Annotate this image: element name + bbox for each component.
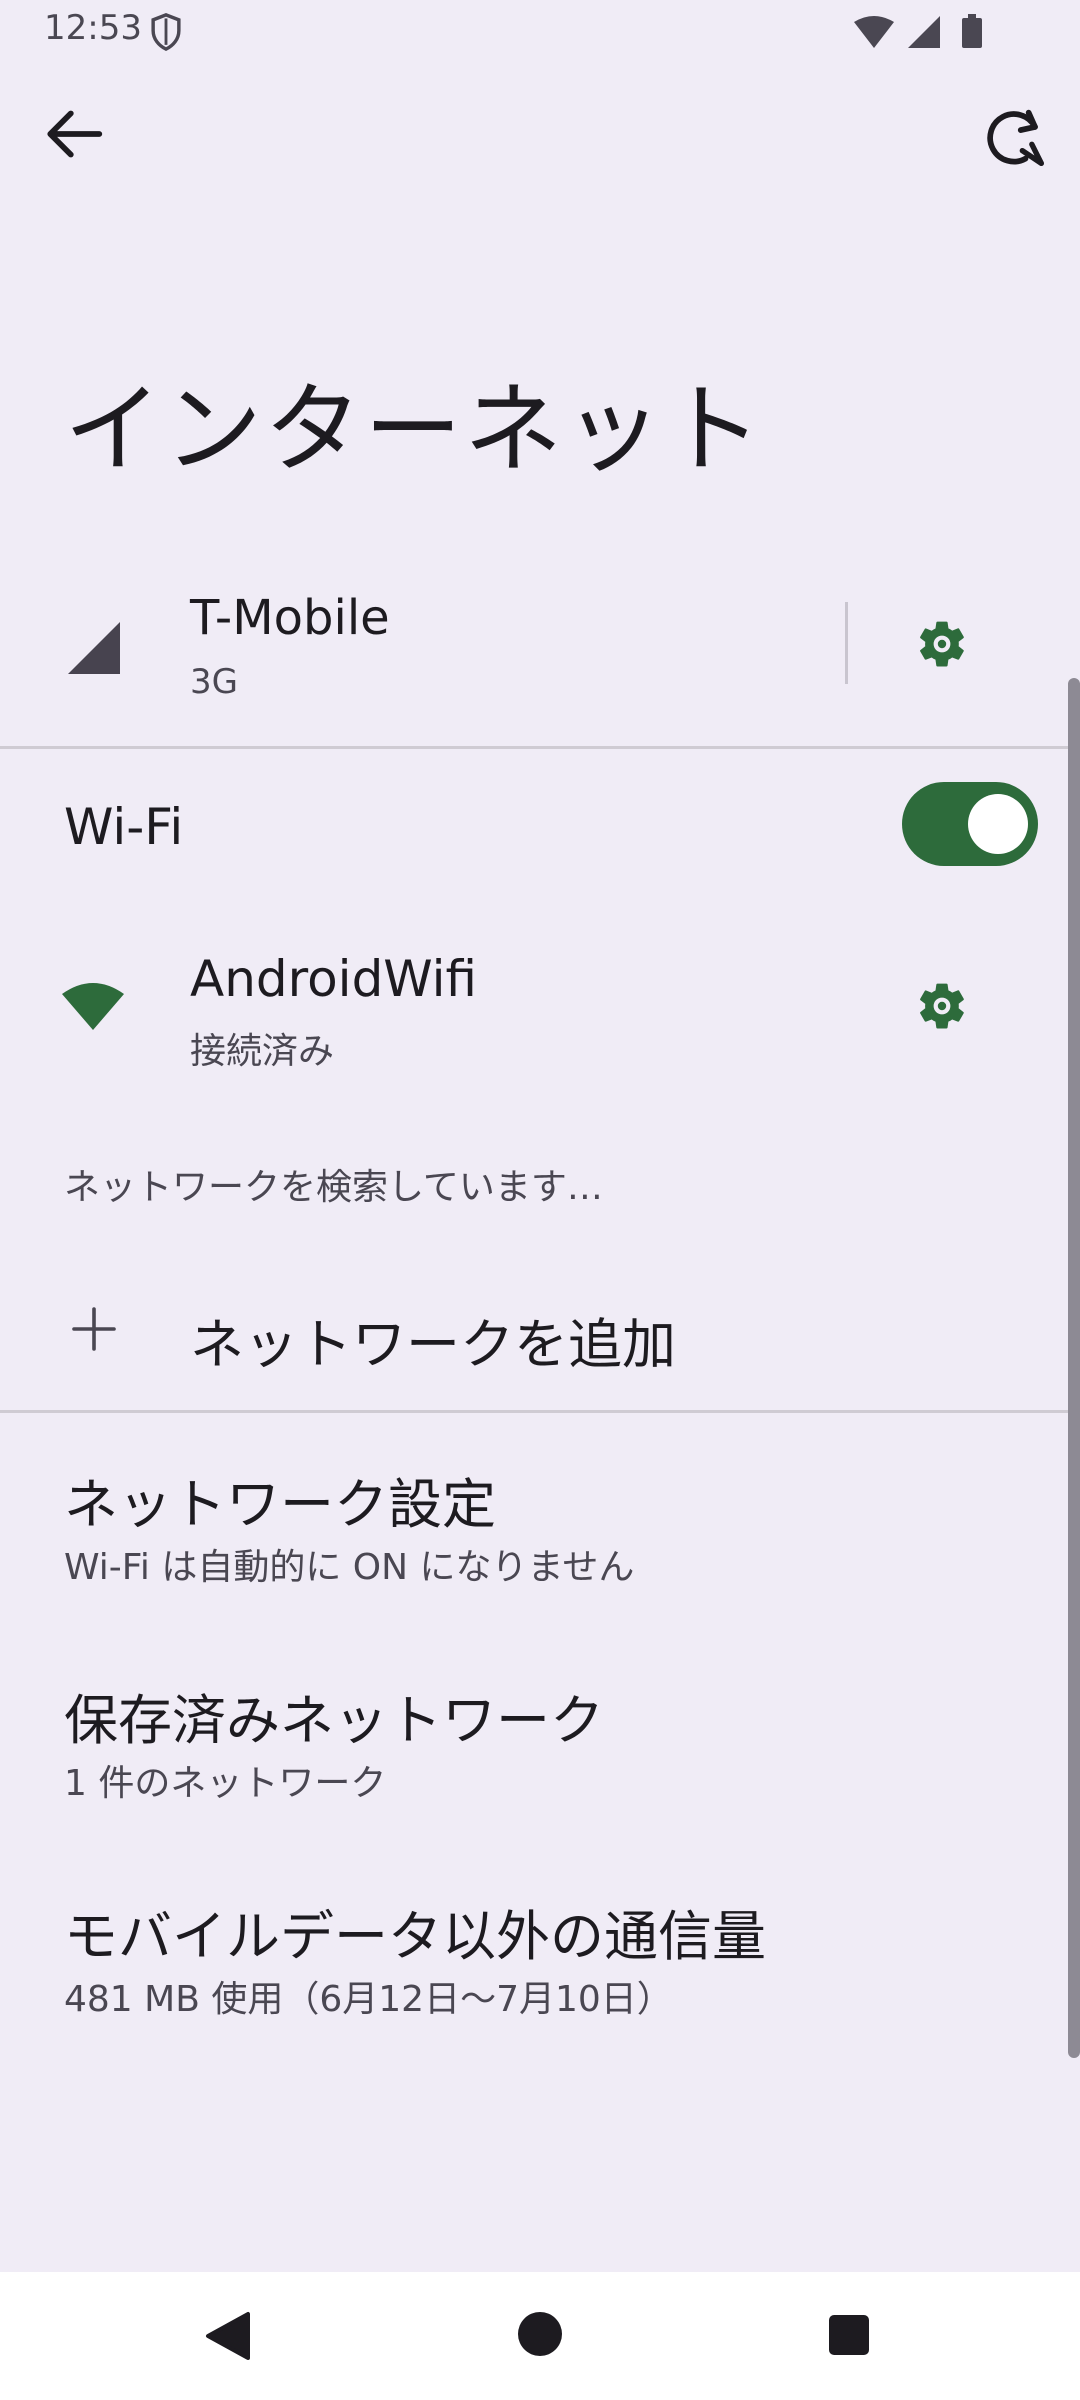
toggle-knob bbox=[968, 794, 1028, 854]
wifi-icon bbox=[62, 983, 124, 1030]
plus-icon bbox=[72, 1307, 116, 1351]
scanning-status-text: ネットワークを検索しています… bbox=[64, 1167, 603, 1208]
nav-back-icon[interactable] bbox=[200, 2308, 256, 2364]
help-refresh-icon[interactable] bbox=[978, 100, 1054, 176]
saved-networks-subtitle: 1 件のネットワーク bbox=[64, 1763, 387, 1804]
battery-status-icon bbox=[962, 14, 982, 48]
section-divider bbox=[0, 746, 1080, 749]
page-title: インターネット bbox=[64, 373, 765, 487]
section-divider bbox=[0, 1410, 1080, 1413]
network-preferences-title: ネットワーク設定 bbox=[64, 1473, 496, 1536]
back-button[interactable] bbox=[36, 96, 112, 172]
scrollbar[interactable] bbox=[1068, 678, 1080, 2058]
wifi-settings-gear-icon[interactable] bbox=[914, 978, 970, 1034]
wifi-network-status: 接続済み bbox=[190, 1031, 335, 1072]
wifi-network-name: AndroidWifi bbox=[190, 950, 478, 1008]
status-icons bbox=[854, 14, 982, 48]
network-preferences-subtitle: Wi-Fi は自動的に ON になりません bbox=[64, 1547, 635, 1588]
shield-icon bbox=[151, 13, 181, 52]
wifi-toggle-label: Wi-Fi bbox=[64, 798, 184, 856]
data-usage-subtitle: 481 MB 使用（6月12日〜7月10日） bbox=[64, 1979, 673, 2020]
saved-networks-title: 保存済みネットワーク bbox=[64, 1689, 604, 1752]
mobile-network-name: T-Mobile bbox=[190, 590, 390, 646]
nav-recents-icon[interactable] bbox=[828, 2314, 870, 2356]
nav-home-icon[interactable] bbox=[516, 2310, 564, 2358]
signal-icon bbox=[68, 622, 120, 674]
wifi-status-icon bbox=[854, 16, 894, 48]
signal-status-icon bbox=[908, 16, 940, 48]
wifi-toggle-switch[interactable] bbox=[902, 782, 1038, 866]
mobile-network-type: 3G bbox=[190, 662, 238, 702]
status-time: 12:53 bbox=[44, 8, 142, 48]
divider bbox=[845, 602, 848, 684]
mobile-settings-gear-icon[interactable] bbox=[914, 616, 970, 672]
add-network-label: ネットワークを追加 bbox=[190, 1313, 676, 1376]
data-usage-title: モバイルデータ以外の通信量 bbox=[64, 1905, 766, 1968]
